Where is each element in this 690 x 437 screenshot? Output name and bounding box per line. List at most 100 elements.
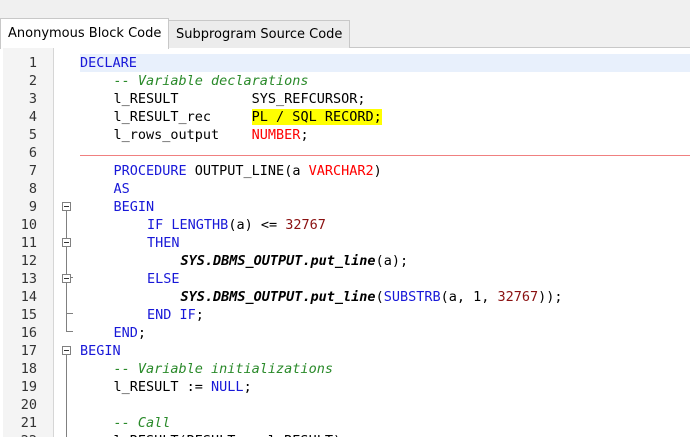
- code-line[interactable]: 7 PROCEDURE OUTPUT_LINE(a VARCHAR2): [0, 162, 690, 180]
- code-editor[interactable]: 1 DECLARE 2 -- Variable declarations 3 l_RESU…: [0, 48, 690, 437]
- code-text: PROCEDURE OUTPUT_LINE(a VARCHAR2): [114, 162, 382, 180]
- tab-subprogram-source-code[interactable]: Subprogram Source Code: [168, 20, 351, 48]
- code-token: (a) <=: [228, 217, 286, 233]
- code-token: END: [113, 325, 138, 341]
- code-line[interactable]: 6: [0, 144, 690, 162]
- code-token: ;: [137, 325, 147, 341]
- code-token: PROCEDURE: [113, 163, 187, 179]
- code-token: SYS_REFCURSOR: [251, 91, 358, 107]
- code-line[interactable]: 19 l_RESULT := NULL;: [0, 378, 690, 396]
- code-token: l_rows_output: [113, 127, 252, 143]
- code-token: ): [373, 163, 382, 179]
- code-line[interactable]: 20: [0, 396, 690, 414]
- line-number: 14: [20, 289, 37, 305]
- code-token: (a, 1,: [440, 289, 498, 305]
- code-token: 32767: [497, 289, 539, 305]
- line-number: 4: [28, 109, 37, 125]
- code-text: THEN: [147, 234, 180, 252]
- code-line[interactable]: 17 BEGIN: [0, 342, 690, 360]
- code-token: THEN: [147, 235, 180, 251]
- code-text: l_RESULT := NULL;: [114, 378, 252, 396]
- code-text: -- Variable declarations: [114, 72, 309, 90]
- line-number: 8: [28, 181, 37, 197]
- code-token: END IF: [147, 307, 196, 323]
- code-text: l_RESULT SYS_REFCURSOR;: [114, 90, 366, 108]
- code-text: l_RESULT_rec PL / SQL RECORD;: [114, 108, 382, 126]
- code-token: OUTPUT_LINE(a: [186, 163, 309, 179]
- code-line[interactable]: 12 SYS.DBMS_OUTPUT.put_line(a);: [0, 252, 690, 270]
- line-number: 22: [3, 432, 37, 437]
- code-line[interactable]: 4 l_RESULT_rec PL / SQL RECORD;: [0, 108, 690, 126]
- code-token: BEGIN: [80, 343, 121, 359]
- code-line[interactable]: 5 l_rows_output NUMBER;: [0, 126, 690, 144]
- code-line[interactable]: 11 THEN: [0, 234, 690, 252]
- code-line[interactable]: 21 -- Call: [0, 414, 690, 432]
- code-token: LENGTHB: [171, 217, 229, 233]
- line-number: 21: [20, 415, 37, 431]
- code-line[interactable]: 14 SYS.DBMS_OUTPUT.put_line(SUBSTRB(a, 1,…: [0, 288, 690, 306]
- line-number: 10: [20, 217, 37, 233]
- code-text: -- Call: [114, 414, 171, 432]
- code-token: (a);: [375, 253, 409, 269]
- code-text: AS: [114, 180, 130, 198]
- code-line[interactable]: 9 BEGIN: [0, 198, 690, 216]
- code-text: SYS.DBMS_OUTPUT.put_line(SUBSTRB(a, 1, 3…: [181, 288, 563, 306]
- line-number: 3: [28, 91, 37, 107]
- code-line[interactable]: 22 l_RESULT(RESULT => l_RESULT);: [0, 432, 690, 437]
- code-token: AS: [113, 181, 130, 197]
- code-token: -- Call: [113, 415, 171, 431]
- code-text: BEGIN: [80, 342, 121, 360]
- code-line[interactable]: 8 AS: [0, 180, 690, 198]
- code-text: -- Variable initializations: [114, 360, 333, 378]
- code-text: END;: [114, 324, 147, 342]
- line-number: 12: [20, 253, 37, 269]
- code-text: l_RESULT(RESULT => l_RESULT);: [114, 432, 350, 437]
- code-token: NULL: [211, 379, 244, 395]
- code-line[interactable]: 15 END IF;: [0, 306, 690, 324]
- line-number: 1: [28, 55, 37, 71]
- code-token: DECLARE: [80, 55, 137, 71]
- line-number: 16: [20, 325, 37, 341]
- code-line[interactable]: 10 IF LENGTHB(a) <= 32767: [0, 216, 690, 234]
- code-token: NUMBER: [251, 127, 301, 143]
- line-number: 17: [20, 343, 37, 359]
- code-token: ;: [300, 127, 309, 143]
- code-line[interactable]: 16 END;: [0, 324, 690, 342]
- line-number: 18: [20, 361, 37, 377]
- line-number: 11: [20, 235, 37, 251]
- line-number: 7: [28, 163, 37, 179]
- code-text: ELSE: [147, 270, 180, 288]
- code-line[interactable]: 2 -- Variable declarations: [0, 72, 690, 90]
- current-line-highlight: [80, 54, 690, 72]
- code-token: l_RESULT: [113, 91, 252, 107]
- code-token: ;: [243, 379, 252, 395]
- tab-anonymous-block-code[interactable]: Anonymous Block Code: [0, 18, 170, 49]
- code-text: IF LENGTHB(a) <= 32767: [147, 216, 326, 234]
- code-token: ));: [538, 289, 563, 305]
- code-token: (: [375, 289, 384, 305]
- code-token: l_RESULT_rec: [113, 109, 252, 125]
- code-line[interactable]: 3 l_RESULT SYS_REFCURSOR;: [0, 90, 690, 108]
- code-text: l_rows_output NUMBER;: [114, 126, 309, 144]
- code-token: ;: [195, 307, 204, 323]
- line-number: 20: [20, 397, 37, 413]
- line-number: 19: [20, 379, 37, 395]
- code-token: SYS.DBMS_OUTPUT.put_line: [180, 289, 376, 305]
- code-token: l_RESULT(RESULT => l_RESULT);: [114, 433, 350, 437]
- code-line[interactable]: 18 -- Variable initializations: [0, 360, 690, 378]
- code-token: -- Variable declarations: [113, 73, 309, 89]
- code-line[interactable]: 1 DECLARE: [0, 54, 690, 72]
- code-token: SUBSTRB: [383, 289, 441, 305]
- code-token: -- Variable initializations: [113, 361, 333, 377]
- code-token: SYS.DBMS_OUTPUT.put_line: [180, 253, 376, 269]
- code-token: BEGIN: [113, 199, 155, 215]
- line-number: 13: [20, 271, 37, 287]
- code-text: SYS.DBMS_OUTPUT.put_line(a);: [181, 252, 409, 270]
- code-token: l_RESULT :=: [113, 379, 212, 395]
- code-token: VARCHAR2: [308, 163, 374, 179]
- code-text: BEGIN: [114, 198, 155, 216]
- code-token: ELSE: [147, 271, 180, 287]
- code-text: END IF;: [147, 306, 204, 324]
- line-number: 2: [28, 73, 37, 89]
- code-line[interactable]: 13 ELSE: [0, 270, 690, 288]
